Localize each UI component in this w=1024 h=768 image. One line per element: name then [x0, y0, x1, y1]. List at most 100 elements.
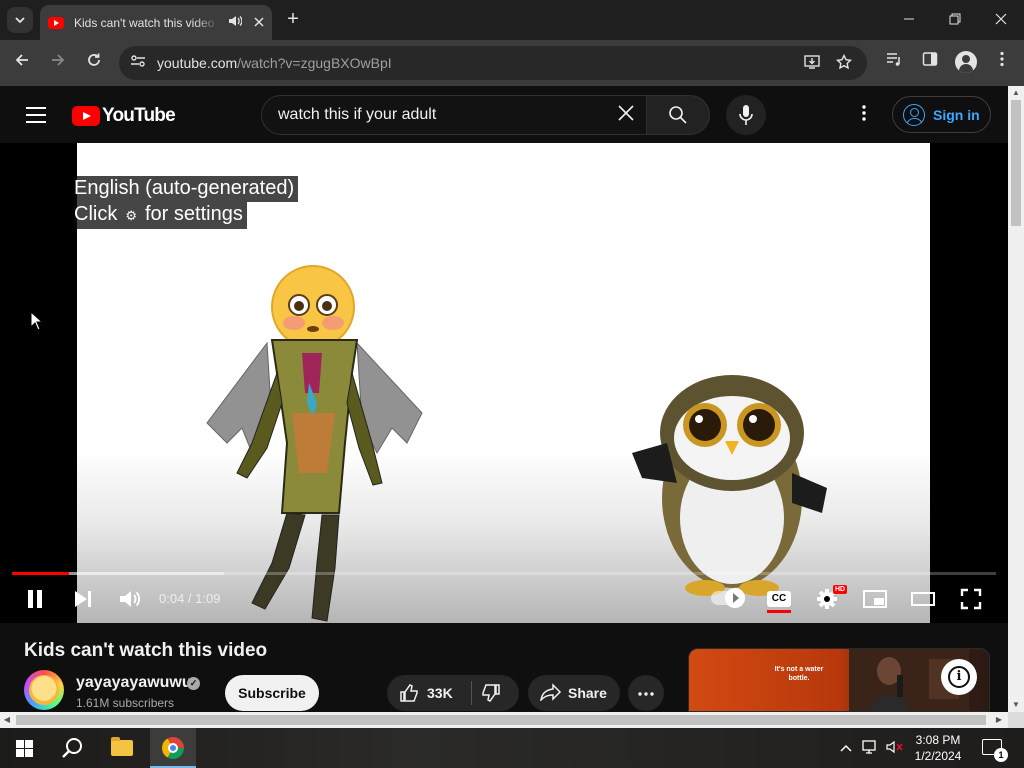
search-icon [62, 738, 82, 758]
ad-banner[interactable]: It's not a water bottle. i [688, 648, 990, 712]
youtube-page: YouTube watch this if your adult Sign in [0, 86, 1008, 712]
browser-toolbar: youtube.com/watch?v=zgugBXOwBpI [0, 40, 1024, 86]
autoplay-toggle[interactable] [711, 588, 745, 608]
caption-line-2-start: Click [74, 203, 118, 225]
like-button[interactable] [399, 683, 419, 703]
gear-icon: ⚙ [125, 208, 137, 223]
youtube-logo[interactable]: YouTube [72, 105, 176, 127]
ad-text: It's not a water bottle. [774, 666, 824, 682]
profile-avatar-icon[interactable] [955, 51, 977, 73]
folder-icon [111, 737, 133, 756]
hd-badge: HD [833, 585, 848, 594]
install-app-icon[interactable] [803, 54, 821, 72]
tab-audio-icon[interactable] [228, 15, 243, 30]
voice-search-button[interactable] [726, 95, 766, 135]
tab-search-button[interactable] [7, 7, 33, 33]
url-host: youtube.com [157, 55, 238, 71]
subtitles-button[interactable]: CC [767, 591, 791, 607]
horizontal-scrollbar[interactable]: ◀ ▶ [0, 712, 1008, 728]
forward-button[interactable] [46, 51, 70, 75]
clock-time: 3:08 PM [915, 733, 961, 747]
search-input[interactable]: watch this if your adult [261, 95, 647, 135]
dislike-button[interactable] [481, 683, 501, 703]
site-info-icon[interactable] [129, 54, 147, 72]
scroll-left-arrow-icon[interactable]: ◀ [0, 712, 14, 728]
microphone-icon [739, 105, 753, 125]
pause-button[interactable] [22, 584, 48, 614]
channel-name[interactable]: yayayayawuwu [76, 674, 192, 692]
arrow-right-icon [52, 54, 65, 66]
share-button[interactable]: Share [528, 675, 620, 711]
next-button[interactable] [70, 584, 96, 614]
channel-avatar[interactable] [24, 670, 64, 710]
scroll-down-arrow-icon[interactable]: ▼ [1008, 698, 1024, 712]
vertical-scrollbar[interactable]: ▲ ▼ [1008, 86, 1024, 712]
bookmark-star-icon[interactable] [835, 53, 853, 72]
network-icon[interactable] [862, 740, 880, 757]
tab-title: Kids can't watch this video - YouTube [74, 15, 220, 30]
clock-date: 1/2/2024 [914, 749, 962, 763]
info-icon: i [948, 666, 970, 688]
system-clock[interactable]: 3:08 PM 1/2/2024 [910, 732, 966, 764]
window-close-button[interactable] [989, 8, 1013, 32]
sign-in-label: Sign in [933, 106, 980, 123]
subscribe-button[interactable]: Subscribe [225, 675, 319, 711]
settings-more-icon[interactable] [852, 103, 876, 127]
thumbs-up-icon [400, 684, 418, 702]
scroll-up-arrow-icon[interactable]: ▲ [1008, 86, 1024, 100]
reload-icon [88, 53, 100, 66]
chrome-icon [162, 737, 184, 759]
reload-button[interactable] [82, 51, 106, 75]
video-player[interactable]: English (auto-generated) Click ⚙ for setti… [0, 143, 1008, 623]
file-explorer-button[interactable] [98, 728, 146, 768]
url-path: /watch?v=zgugBXOwBpI [237, 55, 392, 71]
search-button[interactable] [646, 95, 710, 135]
clear-search-icon[interactable] [612, 101, 640, 129]
progress-bar[interactable] [12, 572, 996, 575]
account-icon [903, 103, 925, 126]
guide-menu-icon[interactable] [26, 107, 46, 123]
caption-line-2: Click ⚙ for settings [74, 202, 247, 229]
like-divider [471, 681, 472, 705]
theater-mode-icon [911, 592, 935, 606]
chrome-taskbar-button[interactable] [149, 728, 197, 768]
search-icon [669, 106, 687, 124]
minimize-button[interactable] [897, 8, 921, 32]
new-tab-button[interactable]: + [282, 8, 304, 30]
caption-line-1: English (auto-generated) [74, 176, 299, 202]
horizontal-scroll-thumb[interactable] [16, 715, 986, 725]
browser-tab-active[interactable]: Kids can't watch this video - YouTube [40, 5, 272, 40]
subscriber-count: 1.61M subscribers [76, 696, 175, 710]
time-display: 0:04 / 1:09 [159, 591, 221, 606]
start-button[interactable] [0, 728, 48, 768]
mouse-cursor-icon [30, 311, 44, 331]
back-button[interactable] [10, 51, 34, 75]
more-actions-button[interactable] [628, 675, 664, 711]
progress-played [12, 572, 70, 575]
show-hidden-icons-icon[interactable] [840, 740, 852, 755]
pause-icon [28, 590, 42, 608]
sign-in-button[interactable]: Sign in [892, 96, 991, 133]
browser-menu-icon[interactable] [990, 51, 1014, 75]
theater-mode-button[interactable] [909, 584, 937, 614]
ad-info-button[interactable]: i [941, 659, 977, 695]
windows-taskbar: 3:08 PM 1/2/2024 1 [0, 728, 1024, 768]
tab-close-icon[interactable] [254, 15, 264, 30]
search-query-text: watch this if your adult [278, 106, 437, 123]
fullscreen-icon [960, 588, 982, 610]
youtube-play-logo-icon [72, 106, 100, 126]
restore-button[interactable] [943, 8, 967, 32]
side-panel-icon[interactable] [918, 51, 942, 75]
taskbar-search-button[interactable] [48, 728, 96, 768]
notification-count-badge: 1 [994, 748, 1008, 762]
vertical-scroll-thumb[interactable] [1011, 100, 1021, 226]
media-control-icon[interactable] [882, 51, 906, 75]
address-bar[interactable]: youtube.com/watch?v=zgugBXOwBpI [119, 46, 867, 80]
scroll-right-arrow-icon[interactable]: ▶ [992, 712, 1006, 728]
fullscreen-button[interactable] [957, 584, 985, 614]
volume-muted-icon[interactable] [886, 740, 904, 757]
mute-button[interactable] [116, 584, 144, 614]
miniplayer-button[interactable] [861, 584, 889, 614]
youtube-logo-text: YouTube [102, 105, 176, 126]
thumbs-down-icon [482, 684, 500, 702]
